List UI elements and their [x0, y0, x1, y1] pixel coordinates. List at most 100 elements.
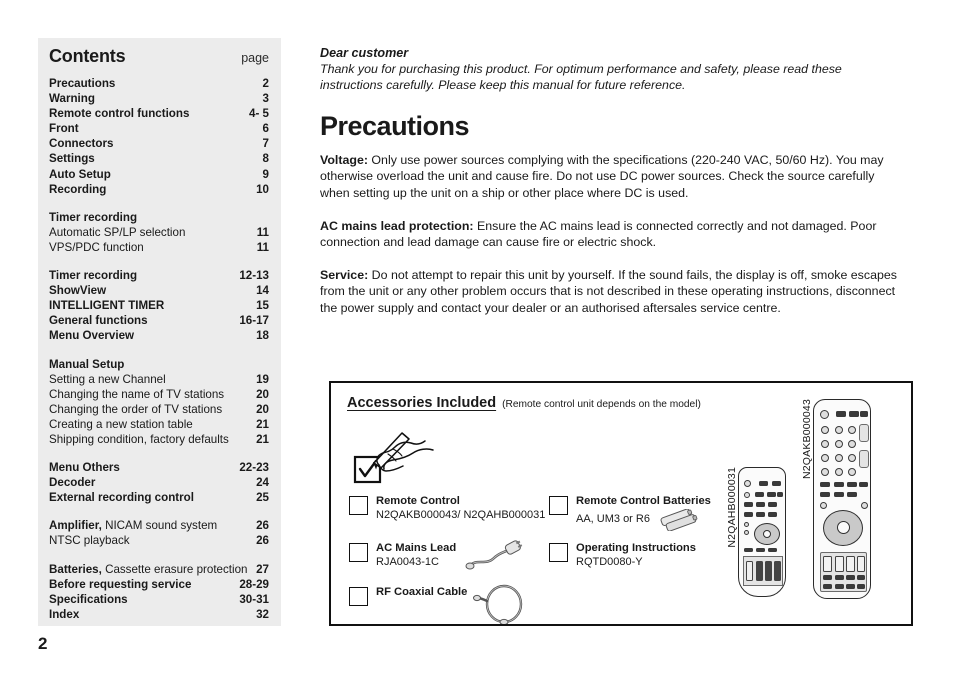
toc-entry-page: 16-17	[239, 314, 269, 328]
toc-entry[interactable]: Before requesting service 28-29	[49, 577, 269, 592]
toc-entry-label: Menu Overview	[49, 329, 135, 343]
accessory-part-number: RQTD0080-Y	[576, 555, 643, 568]
toc-entry[interactable]: Remote control functions 4- 5	[49, 106, 269, 121]
accessories-included-box: Accessories Included (Remote control uni…	[329, 381, 913, 626]
toc-entry-page: 20	[256, 402, 269, 416]
toc-entry[interactable]: Shipping condition, factory defaults 21	[49, 432, 269, 447]
dear-customer-body: Thank you for purchasing this product. F…	[320, 62, 842, 93]
toc-entry-page: 6	[262, 122, 269, 136]
checkbox[interactable]	[549, 543, 568, 562]
contents-page-column-label: page	[241, 51, 269, 65]
toc-group-spacer	[49, 505, 269, 518]
toc-entry[interactable]: Specifications 30-31	[49, 592, 269, 607]
toc-entry[interactable]: Front 6	[49, 121, 269, 136]
toc-entry-page: 20	[256, 387, 269, 401]
toc-group-spacer	[49, 197, 269, 210]
toc-entry-page: 2	[262, 77, 269, 90]
toc-entry-page: 11	[256, 225, 269, 239]
accessory-item-ac-mains-lead[interactable]: AC Mains Lead RJA0043-1C	[349, 540, 524, 572]
toc-entry-label: Batteries, Cassette erasure protection	[49, 562, 248, 577]
precautions-paragraphs: Voltage: Only use power sources complyin…	[320, 152, 916, 317]
toc-entry-label: Recording	[49, 182, 107, 196]
toc-entry-page: 12-13	[239, 269, 269, 283]
toc-entry[interactable]: INTELLIGENT TIMER 15	[49, 298, 269, 313]
precaution-term: AC mains lead protection:	[320, 218, 474, 233]
toc-entry-label: Creating a new station table	[49, 417, 193, 431]
toc-entry-label: Front	[49, 122, 79, 136]
toc-group-spacer	[49, 255, 269, 268]
checkbox[interactable]	[549, 496, 568, 515]
toc-entry[interactable]: Automatic SP/LP selection 11	[49, 225, 269, 240]
toc-entry[interactable]: Connectors 7	[49, 136, 269, 151]
toc-entry[interactable]: Auto Setup 9	[49, 167, 269, 182]
toc-entry[interactable]: External recording control 25	[49, 490, 269, 505]
toc-entry[interactable]: Recording 10	[49, 182, 269, 197]
toc-entry[interactable]: Timer recording 12-13	[49, 268, 269, 283]
accessory-part-number: N2QAKB000043/ N2QAHB000031	[376, 508, 546, 521]
toc-entry[interactable]: NTSC playback 26	[49, 533, 269, 548]
toc-entry-label: Amplifier, NICAM sound system	[49, 518, 217, 533]
toc-entry[interactable]: Manual Setup	[49, 357, 269, 372]
checkbox[interactable]	[349, 496, 368, 515]
checkbox[interactable]	[349, 543, 368, 562]
toc-entry-label: NTSC playback	[49, 534, 130, 548]
accessories-title: Accessories Included	[347, 395, 497, 411]
accessory-text: RF Coaxial Cable	[376, 586, 467, 600]
toc-entry-label: Index	[49, 607, 80, 621]
toc-entry[interactable]: ShowView 14	[49, 283, 269, 298]
toc-entry-page: 28-29	[239, 577, 269, 591]
toc-entry-label: Settings	[49, 152, 95, 166]
toc-entry[interactable]: Menu Others 22-23	[49, 460, 269, 475]
toc-entry-label: Automatic SP/LP selection	[49, 225, 186, 239]
precautions-heading: Precautions	[320, 110, 470, 141]
accessory-item-batteries[interactable]: Remote Control Batteries AA, UM3 or R6	[549, 495, 711, 531]
toc-group-spacer	[49, 447, 269, 460]
toc-entry-page: 11	[256, 240, 269, 254]
toc-entry-page: 30-31	[239, 592, 269, 606]
checkbox[interactable]	[349, 587, 368, 606]
toc-entry-page: 27	[256, 562, 269, 576]
toc-entry[interactable]: Changing the name of TV stations 20	[49, 387, 269, 402]
toc-entry[interactable]: Amplifier, NICAM sound system 26	[49, 518, 269, 533]
toc-entry-label-bold: Amplifier,	[49, 519, 102, 533]
toc-entry-page: 15	[256, 299, 269, 313]
coaxial-cable-icon	[473, 584, 523, 624]
accessory-item-rf-coaxial-cable[interactable]: RF Coaxial Cable	[349, 584, 529, 624]
toc-entry[interactable]: Warning 3	[49, 91, 269, 106]
hand-with-pen-icon	[353, 432, 434, 484]
toc-entry[interactable]: Decoder 24	[49, 475, 269, 490]
accessory-item-remote-control[interactable]: Remote Control N2QAKB000043/ N2QAHB00003…	[349, 495, 545, 522]
table-of-contents-list: Precautions 2 Warning 3 Remote control funct…	[49, 76, 269, 622]
accessory-item-operating-instructions[interactable]: Operating Instructions RQTD0080-Y	[549, 542, 696, 569]
toc-entry[interactable]: Batteries, Cassette erasure protection 27	[49, 562, 269, 577]
toc-entry-page: 4- 5	[249, 107, 269, 121]
toc-entry-label: Timer recording	[49, 210, 138, 224]
toc-entry[interactable]: Changing the order of TV stations 20	[49, 402, 269, 417]
toc-entry[interactable]: Precautions 2	[49, 76, 269, 91]
toc-entry-label: Connectors	[49, 137, 114, 151]
contents-panel: Contents page Precautions 2 Warning 3 Remote…	[38, 38, 281, 626]
toc-entry-label-normal: NICAM sound system	[101, 519, 218, 533]
toc-entry[interactable]: Settings 8	[49, 151, 269, 166]
toc-entry[interactable]: Creating a new station table 21	[49, 417, 269, 432]
toc-entry[interactable]: VPS/PDC function 11	[49, 240, 269, 255]
remote-illustration-large: N2QAKB000043	[801, 399, 871, 599]
toc-group-spacer	[49, 344, 269, 357]
toc-entry-label: Warning	[49, 92, 95, 106]
precaution-term: Service:	[320, 267, 369, 282]
toc-entry-label: General functions	[49, 314, 148, 328]
toc-entry-label: VPS/PDC function	[49, 240, 144, 254]
toc-entry-label-normal: Cassette erasure protection	[101, 562, 248, 576]
remote-caption: N2QAHB000031	[726, 467, 738, 548]
remote-body-small	[738, 467, 786, 597]
toc-entry[interactable]: Index 32	[49, 607, 269, 622]
precaution-paragraph: Voltage: Only use power sources complyin…	[320, 152, 906, 202]
precaution-text: Do not attempt to repair this unit by yo…	[320, 267, 897, 315]
toc-entry-page: 9	[262, 167, 269, 181]
toc-entry-label: Before requesting service	[49, 577, 192, 591]
accessories-header: Accessories Included (Remote control uni…	[347, 395, 701, 411]
toc-entry[interactable]: Menu Overview 18	[49, 328, 269, 343]
toc-entry[interactable]: General functions 16-17	[49, 313, 269, 328]
toc-entry[interactable]: Setting a new Channel 19	[49, 372, 269, 387]
toc-entry[interactable]: Timer recording	[49, 210, 269, 225]
